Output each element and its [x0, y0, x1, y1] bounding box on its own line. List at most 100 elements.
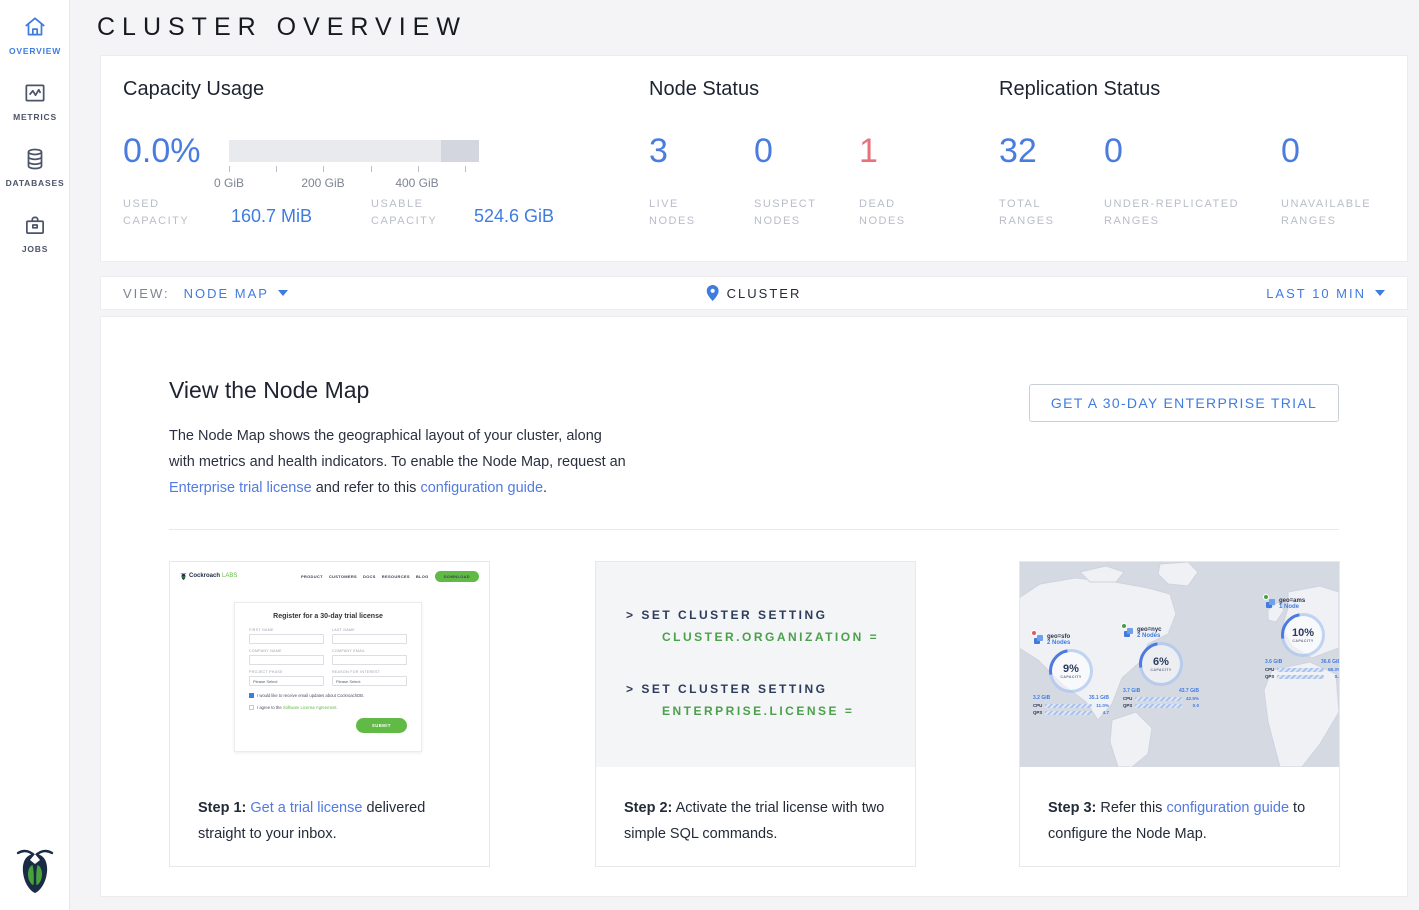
under-replicated-ranges-label: UNDER-REPLICATED RANGES: [1104, 196, 1264, 230]
get-trial-license-link[interactable]: Get a trial license: [250, 800, 362, 816]
cpu-value: 11.0%: [1095, 703, 1109, 708]
mini-field-label: LAST NAME: [332, 628, 407, 632]
first-name-input[interactable]: [249, 634, 324, 644]
dead-nodes-value: 1: [859, 132, 878, 171]
axis-tick-label: 0 GiB: [214, 176, 244, 190]
configuration-guide-link[interactable]: configuration guide: [420, 480, 543, 496]
step2-card: > SET CLUSTER SETTING CLUSTER.ORGANIZATI…: [595, 561, 916, 867]
step1-caption: Step 1: Get a trial license delivered st…: [198, 795, 465, 847]
under-replicated-ranges-value: 0: [1104, 132, 1123, 171]
cpu-label: CPU: [1123, 696, 1132, 701]
checkbox-icon[interactable]: [249, 705, 254, 710]
view-toolbar: VIEW: NODE MAP CLUSTER LAST 10 MIN: [100, 276, 1408, 310]
cpu-sparkbar: [1277, 668, 1324, 672]
dead-nodes-label: DEAD NODES: [859, 196, 939, 230]
locality-node-count: 1 Node: [1279, 604, 1305, 610]
capacity-bar-reserved-segment: [441, 140, 479, 162]
capacity-axis-ticks: [229, 166, 466, 172]
cockroachdb-logo: [13, 846, 57, 896]
software-license-link[interactable]: Software License Agreement.: [283, 705, 338, 710]
time-range-selector[interactable]: LAST 10 MIN: [1266, 286, 1385, 301]
step-prefix: Step 2:: [624, 800, 672, 816]
locality-header: geo=nyc2 Nodes: [1124, 627, 1162, 639]
used-capacity-label: USED CAPACITY: [123, 196, 213, 230]
reason-select[interactable]: Please Select: [332, 676, 407, 686]
company-email-input[interactable]: [332, 655, 407, 665]
qps-sparkbar: [1277, 675, 1324, 679]
locality-ams[interactable]: geo=ams1 Node 10% CAPACITY 3.6 GiB 36.6 …: [1260, 598, 1339, 679]
sidebar-item-overview[interactable]: OVERVIEW: [0, 0, 70, 66]
briefcase-icon: [22, 212, 48, 238]
capacity-bar: [229, 140, 479, 162]
mini-nav-item[interactable]: DOCS: [363, 574, 376, 579]
sidebar-item-jobs[interactable]: JOBS: [0, 198, 70, 264]
license-agreement-checkbox-row: I agree to the Software License Agreemen…: [249, 705, 407, 710]
replication-status-title: Replication Status: [999, 78, 1160, 101]
mini-field-label: PROJECT PHASE: [249, 670, 324, 674]
enterprise-trial-button[interactable]: GET A 30-DAY ENTERPRISE TRIAL: [1029, 384, 1339, 422]
sql-setting: CLUSTER.ORGANIZATION =: [662, 630, 915, 644]
capacity-gauge: 9% CAPACITY: [1049, 649, 1093, 693]
view-label: VIEW:: [123, 286, 170, 301]
company-name-input[interactable]: [249, 655, 324, 665]
mini-form-fields: FIRST NAME LAST NAME COMPANY NAME COMPAN…: [249, 628, 407, 686]
mini-nav-item[interactable]: BLOG: [416, 574, 429, 579]
capacity-used: 3.7 GiB: [1123, 688, 1140, 694]
time-range-value: LAST 10 MIN: [1266, 286, 1366, 301]
checkbox-label-text: I agree to the: [257, 705, 282, 710]
capacity-total: 36.6 GiB: [1321, 659, 1339, 665]
mini-nav-item[interactable]: RESOURCES: [382, 574, 410, 579]
mini-download-button[interactable]: DOWNLOAD: [435, 571, 479, 582]
capacity-total: 43.7 GiB: [1179, 688, 1199, 694]
used-capacity-value: 160.7 MiB: [231, 206, 312, 227]
status-badge-green: [1121, 623, 1127, 629]
cockroach-bug-icon: [180, 572, 187, 581]
sql-prompt: > SET CLUSTER SETTING: [626, 608, 915, 622]
cpu-label: CPU: [1265, 667, 1274, 672]
node-map-description: The Node Map shows the geographical layo…: [169, 423, 631, 501]
last-name-input[interactable]: [332, 634, 407, 644]
mini-nav-item[interactable]: PRODUCT: [301, 574, 323, 579]
usable-capacity-value: 524.6 GiB: [474, 206, 554, 227]
mini-form-title: Register for a 30-day trial license: [249, 613, 407, 620]
unavailable-ranges-label: UNAVAILABLE RANGES: [1281, 196, 1391, 230]
enterprise-trial-license-link[interactable]: Enterprise trial license: [169, 480, 312, 496]
page-title: CLUSTER OVERVIEW: [97, 13, 467, 42]
sql-setting: ENTERPRISE.LICENSE =: [662, 704, 915, 718]
sidebar-item-metrics[interactable]: METRICS: [0, 66, 70, 132]
capacity-values: 3.2 GiB 35.1 GiB: [1033, 695, 1109, 701]
qps-row: QPS0.0: [1123, 703, 1199, 708]
total-ranges-label: TOTAL RANGES: [999, 196, 1079, 230]
mini-site-nav: PRODUCT CUSTOMERS DOCS RESOURCES BLOG DO…: [301, 571, 479, 582]
capacity-values: 3.7 GiB 43.7 GiB: [1123, 688, 1199, 694]
mini-submit-button[interactable]: SUBMIT: [356, 718, 407, 733]
sidebar-item-databases[interactable]: DATABASES: [0, 132, 70, 198]
cpu-sparkbar: [1045, 704, 1092, 708]
qps-row: QPS0.4: [1265, 674, 1339, 679]
configuration-guide-link[interactable]: configuration guide: [1166, 800, 1289, 816]
qps-sparkbar: [1135, 704, 1182, 708]
cpu-label: CPU: [1033, 703, 1042, 708]
description-text: The Node Map shows the geographical layo…: [169, 428, 626, 470]
locality-sfo[interactable]: geo=sfo2 Nodes 9% CAPACITY 3.2 GiB 35.1 …: [1028, 634, 1114, 715]
mini-nav-item[interactable]: CUSTOMERS: [329, 574, 357, 579]
capacity-total: 35.1 GiB: [1089, 695, 1109, 701]
sidebar-item-label: JOBS: [22, 244, 48, 254]
locality-nyc[interactable]: geo=nyc2 Nodes 6% CAPACITY 3.7 GiB 43.7 …: [1118, 627, 1204, 708]
mini-field-label: REASON FOR INTEREST: [332, 670, 407, 674]
suspect-nodes-label: SUSPECT NODES: [754, 196, 834, 230]
project-phase-select[interactable]: Please Select: [249, 676, 324, 686]
capacity-percent: 10%: [1292, 627, 1314, 639]
view-selector[interactable]: NODE MAP: [184, 286, 288, 301]
capacity-label: CAPACITY: [1150, 668, 1171, 672]
checkbox-checked-icon[interactable]: [249, 693, 254, 698]
node-map-preview: geo=sfo2 Nodes 9% CAPACITY 3.2 GiB 35.1 …: [1020, 562, 1339, 767]
qps-row: QPS4.7: [1033, 710, 1109, 715]
capacity-label: CAPACITY: [1060, 675, 1081, 679]
map-pin-icon: [707, 285, 719, 301]
sidebar-item-label: METRICS: [13, 112, 57, 122]
capacity-used-percent: 0.0%: [123, 132, 201, 171]
step-prefix: Step 1:: [198, 800, 246, 816]
locality-text: geo=ams1 Node: [1279, 598, 1305, 610]
qps-value: 0.4: [1327, 674, 1339, 679]
